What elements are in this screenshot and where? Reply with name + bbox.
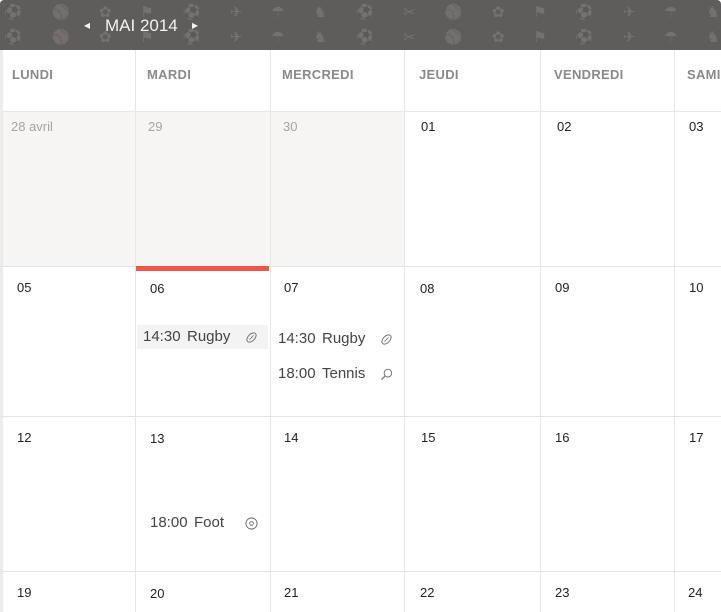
event-sport: Rugby [322, 330, 366, 347]
day-cell-number[interactable]: 16 [555, 430, 569, 445]
event-sport: Foot [194, 514, 225, 531]
today-marker [136, 266, 269, 271]
day-cell-number[interactable]: 22 [420, 585, 434, 600]
grid-divider [674, 50, 675, 612]
day-cell-number[interactable]: 02 [557, 119, 571, 134]
weekday-label-jeudi: JEUDI [419, 67, 459, 82]
grid-divider [540, 50, 541, 612]
event-rugby[interactable]: 14:30 Rugby [137, 325, 268, 349]
weekday-label-vendredi: VENDREDI [554, 67, 624, 82]
day-cell-number[interactable]: 07 [284, 280, 298, 295]
day-cell-number[interactable]: 30 [283, 119, 297, 134]
day-cell-number[interactable]: 14 [284, 430, 298, 445]
rugby-ball-icon [381, 334, 392, 345]
calendar-header-bar: ⚽ ⚾ ✿ ⚑ ⚽ ✈ ☂ ♞ ⚽ ✂ ⚾ ✿ ⚑ ⚽ ✈ ☂ ♞ ⚽ ✂ ⚾ … [0, 0, 721, 50]
weekday-label-samedi: SAMI [687, 67, 721, 82]
day-cell-number[interactable]: 03 [689, 119, 703, 134]
rugby-ball-icon [246, 332, 257, 343]
day-cell-number[interactable]: 06 [150, 281, 164, 296]
event-time: 18:00 [150, 514, 188, 531]
day-cell-number[interactable]: 13 [150, 431, 164, 446]
day-cell-number[interactable]: 29 [148, 119, 162, 134]
day-cell-number[interactable]: 20 [150, 586, 164, 601]
event-time: 14:30 [143, 328, 181, 345]
day-cell-number[interactable]: 08 [420, 281, 434, 296]
grid-divider [270, 50, 271, 612]
next-month-button[interactable]: ▸ [192, 13, 198, 37]
event-time: 18:00 [278, 365, 316, 382]
day-cell-number[interactable]: 19 [17, 585, 31, 600]
grid-left-edge [0, 50, 3, 612]
event-rugby[interactable]: 14:30 Rugby [272, 327, 403, 351]
event-time: 14:30 [278, 330, 316, 347]
weekday-label-lundi: LUNDI [12, 67, 54, 82]
day-cell-number[interactable]: 17 [689, 430, 703, 445]
week-divider [0, 571, 721, 572]
week-divider [0, 416, 721, 417]
day-cell-number[interactable]: 21 [284, 585, 298, 600]
week-divider [0, 266, 721, 267]
day-cell-number[interactable]: 24 [688, 585, 702, 600]
event-foot[interactable]: 18:00 Foot [144, 511, 268, 535]
day-cell-number[interactable]: 23 [555, 585, 569, 600]
month-title: MAI 2014 [105, 16, 178, 35]
previous-month-cells [0, 112, 404, 266]
tennis-racket-icon [380, 368, 393, 381]
prev-month-button[interactable]: ◂ [84, 13, 90, 37]
day-cell-number[interactable]: 01 [421, 119, 435, 134]
weekday-header-row: LUNDI MARDI MERCREDI JEUDI VENDREDI SAMI [0, 50, 721, 112]
day-cell-number[interactable]: 28 avril [11, 119, 53, 134]
day-cell-number[interactable]: 05 [17, 280, 31, 295]
day-cell-number[interactable]: 15 [421, 430, 435, 445]
day-cell-number[interactable]: 10 [689, 280, 703, 295]
event-sport: Rugby [187, 328, 231, 345]
weekday-label-mercredi: MERCREDI [282, 67, 354, 82]
day-cell-number[interactable]: 09 [555, 280, 569, 295]
day-cell-number[interactable]: 12 [17, 430, 31, 445]
event-sport: Tennis [322, 365, 366, 382]
grid-divider [404, 50, 405, 612]
grid-divider [135, 50, 136, 612]
event-tennis[interactable]: 18:00 Tennis [272, 362, 403, 386]
soccer-ball-icon [245, 517, 258, 530]
weekday-label-mardi: MARDI [147, 67, 192, 82]
